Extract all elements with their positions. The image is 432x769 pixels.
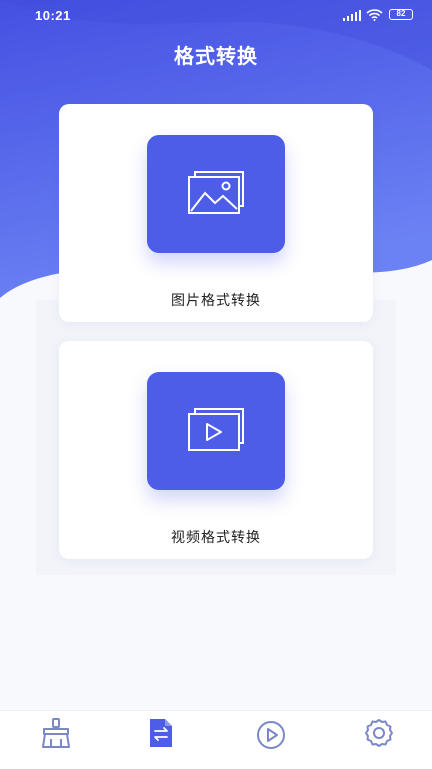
bottom-tab-bar <box>0 710 432 769</box>
status-bar: 10:21 82 <box>0 0 432 30</box>
broom-clean-icon <box>42 718 70 748</box>
page-title: 格式转换 <box>174 44 258 68</box>
image-gallery-icon <box>188 171 244 214</box>
wifi-icon <box>366 9 383 21</box>
image-convert-card[interactable]: 图片格式转换 <box>59 104 373 322</box>
video-convert-tile[interactable] <box>147 372 285 490</box>
tab-clean[interactable] <box>25 711 85 755</box>
play-circle-icon <box>257 721 285 749</box>
signal-icon <box>343 10 361 21</box>
video-convert-card[interactable]: 视频格式转换 <box>59 341 373 559</box>
image-convert-tile[interactable] <box>147 135 285 253</box>
tab-convert[interactable] <box>131 711 191 755</box>
tab-video[interactable] <box>240 711 300 755</box>
video-convert-label: 视频格式转换 <box>171 530 261 546</box>
video-gallery-icon <box>188 408 244 451</box>
gear-icon <box>365 719 393 747</box>
file-convert-icon <box>150 719 172 747</box>
status-time: 10:21 <box>35 8 71 23</box>
tab-settings[interactable] <box>348 711 408 755</box>
battery-indicator: 82 <box>389 9 413 20</box>
image-convert-label: 图片格式转换 <box>171 293 261 309</box>
